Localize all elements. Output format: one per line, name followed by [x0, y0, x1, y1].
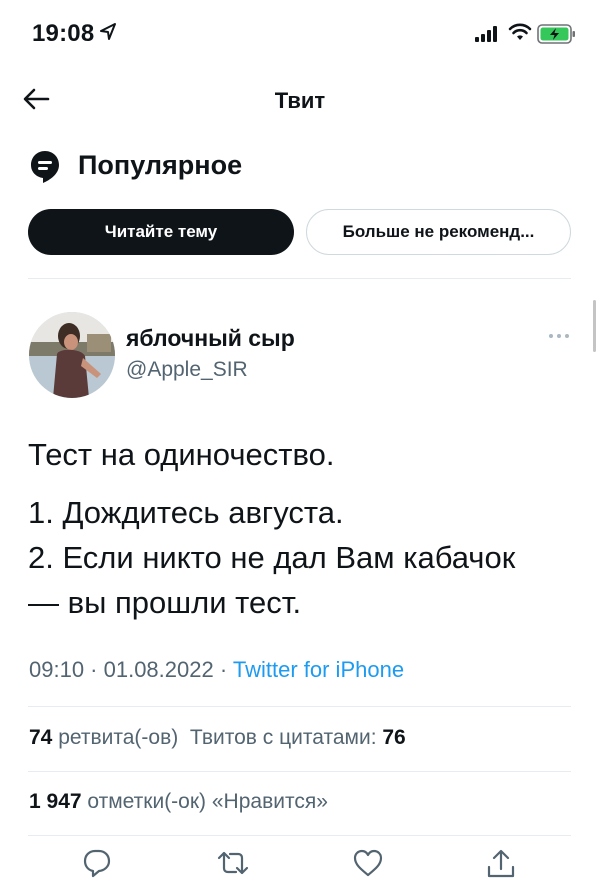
like-stats: 1 947 отметки(-ок) «Нравится»: [29, 790, 328, 814]
tweet-header: Твит: [0, 70, 600, 130]
tweet-text-line: — вы прошли тест.: [28, 585, 302, 620]
tweet-stats: 74 ретвита(-ов) Твитов с цитатами: 76: [29, 726, 406, 750]
tweet-text-line: 1. Дождитесь августа.: [28, 495, 344, 530]
status-time: 19:08: [32, 20, 95, 47]
quote-count[interactable]: 76: [382, 726, 405, 749]
quote-label[interactable]: Твитов с цитатами:: [190, 726, 382, 749]
read-thread-button[interactable]: Читайте тему: [28, 209, 294, 255]
share-icon[interactable]: [486, 848, 516, 880]
status-bar: 19:08: [0, 0, 600, 70]
retweet-count[interactable]: 74: [29, 726, 52, 749]
location-arrow-icon: [100, 23, 116, 40]
avatar[interactable]: [29, 312, 115, 398]
scrollbar[interactable]: [593, 300, 596, 352]
author-name[interactable]: яблочный сыр: [126, 325, 295, 352]
tweet-text-line: 2. Если никто не дал Вам кабачок: [28, 540, 516, 575]
retweet-label[interactable]: ретвита(-ов): [52, 726, 178, 749]
topic-icon: [31, 151, 59, 183]
like-icon[interactable]: [353, 848, 383, 878]
reply-icon[interactable]: [82, 848, 112, 878]
topic-title: Популярное: [78, 150, 243, 180]
tweet-source-link[interactable]: Twitter for iPhone: [233, 657, 404, 682]
retweet-icon[interactable]: [216, 848, 250, 878]
divider: [28, 706, 571, 707]
like-count[interactable]: 1 947: [29, 790, 82, 813]
author-handle[interactable]: @Apple_SIR: [126, 358, 248, 382]
divider: [28, 278, 571, 279]
wifi-icon: [508, 23, 532, 40]
tweet-text-line: Тест на одиночество.: [28, 437, 335, 472]
signal-icon: [475, 26, 497, 42]
tweet-meta: 09:10 · 01.08.2022 · Twitter for iPhone: [29, 657, 404, 683]
not-interested-button[interactable]: Больше не рекоменд...: [306, 209, 571, 255]
divider: [28, 835, 571, 836]
like-label[interactable]: отметки(-ок) «Нравится»: [82, 790, 328, 813]
tweet-timestamp: 09:10 · 01.08.2022 ·: [29, 657, 233, 682]
more-icon[interactable]: [548, 332, 570, 340]
battery-charging-icon: [537, 24, 575, 44]
page-title: Твит: [274, 88, 326, 113]
divider: [28, 771, 571, 772]
